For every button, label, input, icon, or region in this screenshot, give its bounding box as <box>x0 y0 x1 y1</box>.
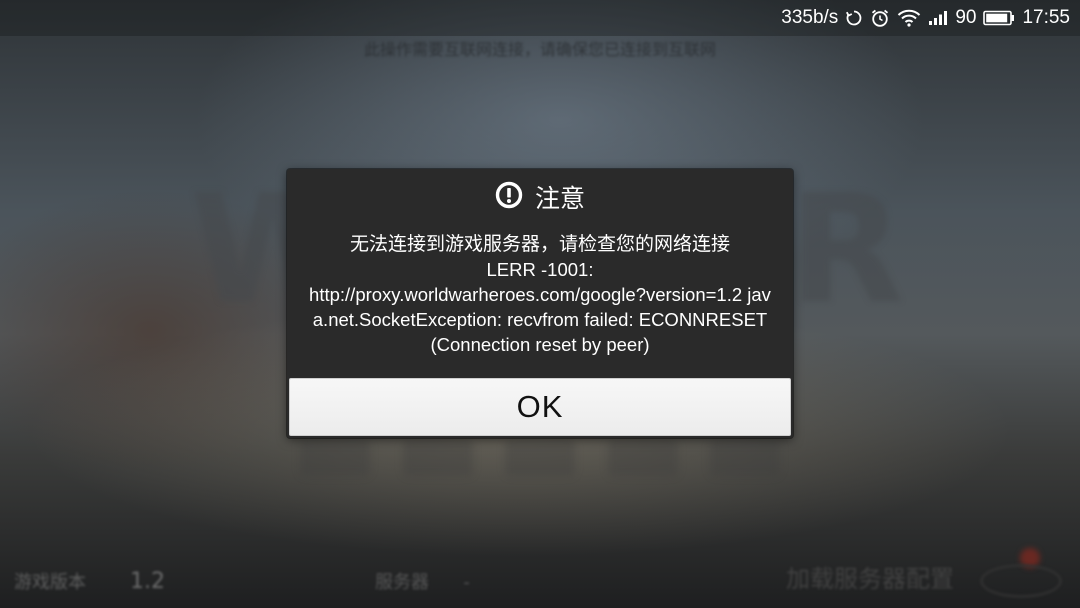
connection-error-text: 无法连接到游戏服务器，请检查您的网络连接 <box>349 233 730 255</box>
server-label: 服务器 - <box>375 572 470 593</box>
ok-button[interactable]: OK <box>289 378 791 436</box>
alarm-icon <box>870 8 890 28</box>
loading-status-text: 加载服务器配置 <box>786 565 954 593</box>
alert-circle-icon <box>495 181 523 213</box>
battery-level: 90 <box>955 7 977 28</box>
game-version-value: 1.2 <box>130 569 165 594</box>
error-code: LERR -1001: <box>486 259 594 280</box>
background-footer: 游戏版本 1.2 服务器 - 加载服务器配置 <box>0 558 1080 598</box>
error-details: http://proxy.worldwarheroes.com/google?v… <box>309 284 771 355</box>
game-version-label: 游戏版本 <box>14 572 86 593</box>
wifi-icon <box>897 9 921 27</box>
dialog-header: 注意 <box>287 175 793 219</box>
sync-icon <box>845 9 863 27</box>
battery-icon <box>983 10 1015 26</box>
status-bar: 335b/s 90 17:55 <box>0 0 1080 36</box>
clock: 17:55 <box>1022 7 1070 28</box>
alert-dialog: 注意 无法连接到游戏服务器，请检查您的网络连接 LERR -1001: http… <box>287 169 793 438</box>
dialog-title: 注意 <box>534 184 585 213</box>
background-decoration <box>300 440 780 480</box>
emblem-icon <box>980 564 1062 598</box>
signal-icon <box>928 10 948 26</box>
network-speed: 335b/s <box>781 7 839 28</box>
background-hint-text: 此操作需要互联网连接，请确保您已连接到互联网 <box>363 40 716 59</box>
dialog-message: 无法连接到游戏服务器，请检查您的网络连接 LERR -1001: http://… <box>305 232 775 357</box>
game-loading-screen: 此操作需要互联网连接，请确保您已连接到互联网 WWR 游戏版本 1.2 服务器 … <box>0 0 1080 608</box>
